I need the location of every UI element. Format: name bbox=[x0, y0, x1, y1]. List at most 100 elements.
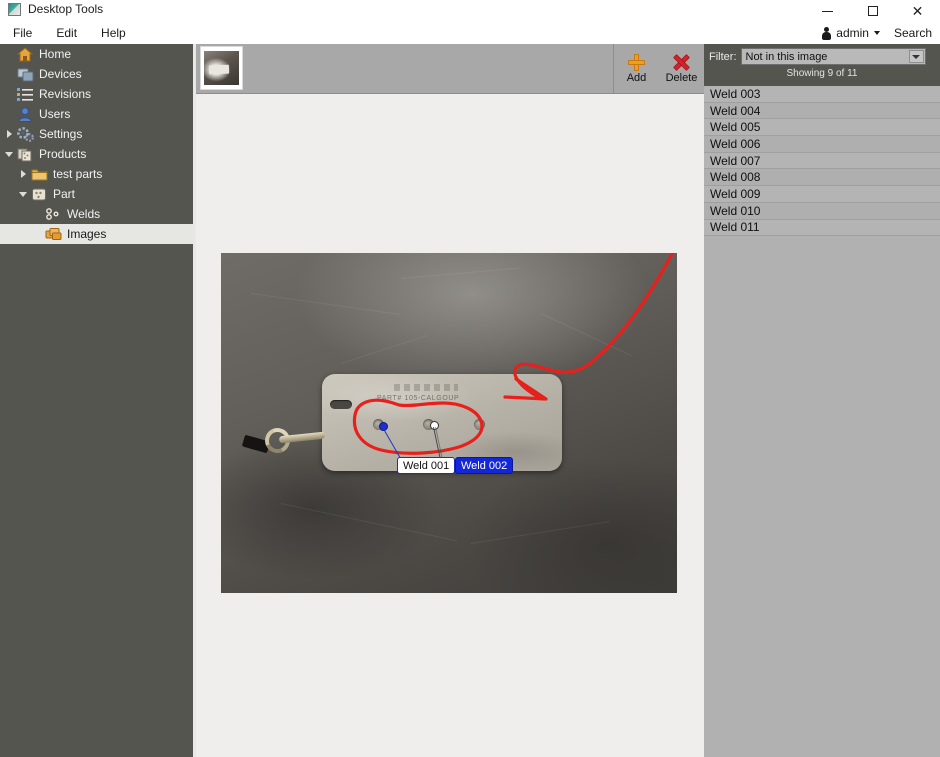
weld-list-item-label: Weld 011 bbox=[710, 220, 760, 235]
weld-list-item[interactable]: Weld 011 bbox=[704, 219, 940, 237]
images-icon bbox=[44, 226, 62, 242]
image-thumbnail-tab[interactable] bbox=[200, 46, 243, 90]
maximize-icon bbox=[867, 6, 878, 16]
weld-list-item-label: Weld 006 bbox=[710, 136, 761, 151]
weld-list-item-label: Weld 004 bbox=[710, 103, 761, 118]
image-thumbnail bbox=[204, 51, 239, 85]
sidebar-item-revisions[interactable]: Revisions bbox=[0, 84, 196, 104]
toolbar-actions: Add Delete bbox=[613, 44, 704, 93]
twisty-open-icon[interactable] bbox=[16, 191, 30, 197]
weld-list-item[interactable]: Weld 003 bbox=[704, 86, 940, 103]
sidebar-item-label: Products bbox=[39, 147, 87, 161]
plate-stamp-logo bbox=[394, 384, 458, 391]
filter-row: Filter: Not in this image bbox=[709, 48, 926, 65]
sidebar-item-welds[interactable]: Welds bbox=[0, 204, 196, 224]
delete-button[interactable]: Delete bbox=[659, 45, 704, 92]
sidebar-item-part[interactable]: Part bbox=[0, 184, 196, 204]
sidebar-item-label: Welds bbox=[67, 207, 101, 221]
sidebar-item-label: Devices bbox=[39, 67, 82, 81]
sidebar: Home Devices Revisions Users Settings Product… bbox=[0, 44, 196, 757]
sidebar-item-products[interactable]: Products bbox=[0, 144, 196, 164]
filter-select[interactable]: Not in this image bbox=[740, 48, 926, 65]
sidebar-item-users[interactable]: Users bbox=[0, 104, 196, 124]
weld-list-item[interactable]: Weld 008 bbox=[704, 169, 940, 187]
sidebar-item-label: test parts bbox=[53, 167, 103, 181]
weld-list[interactable]: Weld 003 Weld 004 Weld 005 Weld 006 Weld 007… bbox=[704, 86, 940, 237]
weld-label-001[interactable]: Weld 001 bbox=[397, 457, 456, 474]
weld-list-item[interactable]: Weld 009 bbox=[704, 186, 940, 203]
weld-hole-3 bbox=[474, 419, 485, 430]
close-button[interactable]: ✕ bbox=[895, 0, 940, 22]
weld-list-item-label: Weld 008 bbox=[710, 170, 761, 185]
weld-list-panel: Filter: Not in this image Showing 9 of 1… bbox=[704, 44, 940, 757]
x-icon bbox=[673, 54, 690, 71]
plate-slot bbox=[330, 400, 352, 409]
app-icon bbox=[8, 3, 21, 16]
chevron-down-icon bbox=[873, 31, 880, 35]
chevron-down-icon[interactable] bbox=[908, 50, 924, 63]
weld-list-item-label: Weld 005 bbox=[710, 120, 761, 135]
sidebar-item-settings[interactable]: Settings bbox=[0, 124, 196, 144]
weld-list-item-label: Weld 003 bbox=[710, 86, 761, 101]
sidebar-item-label: Home bbox=[39, 47, 72, 61]
image-canvas[interactable]: PART# 105-CALGOUP Weld 001 Weld 002 bbox=[196, 94, 704, 757]
sidebar-item-label: Images bbox=[67, 227, 107, 241]
twisty-open-icon[interactable] bbox=[2, 151, 16, 157]
plus-icon bbox=[628, 53, 645, 71]
sidebar-item-test-parts[interactable]: test parts bbox=[0, 164, 196, 184]
title-bar: Desktop Tools ✕ bbox=[0, 0, 940, 22]
sidebar-item-images[interactable]: Images bbox=[0, 224, 196, 244]
add-button-label: Add bbox=[626, 71, 647, 84]
account-menu[interactable]: admin bbox=[822, 26, 880, 40]
menu-bar-right: admin Search bbox=[822, 22, 932, 44]
filter-label: Filter: bbox=[709, 50, 737, 63]
delete-button-label: Delete bbox=[665, 71, 698, 84]
sidebar-item-label: Settings bbox=[39, 127, 83, 141]
sidebar-item-devices[interactable]: Devices bbox=[0, 64, 196, 84]
weld-list-item-label: Weld 010 bbox=[710, 203, 761, 218]
twisty-closed-icon[interactable] bbox=[2, 130, 16, 138]
close-icon: ✕ bbox=[911, 3, 924, 19]
maximize-button[interactable] bbox=[850, 0, 895, 22]
title-bar-left: Desktop Tools bbox=[8, 3, 103, 16]
weld-list-item[interactable]: Weld 007 bbox=[704, 152, 940, 170]
filter-bar: Filter: Not in this image Showing 9 of 1… bbox=[704, 44, 940, 86]
users-icon bbox=[16, 106, 34, 122]
plate-stamp-text: PART# 105-CALGOUP bbox=[377, 395, 460, 402]
menu-items: File Edit Help bbox=[10, 22, 129, 44]
menu-help[interactable]: Help bbox=[98, 24, 129, 42]
annotated-photo[interactable]: PART# 105-CALGOUP Weld 001 Weld 002 bbox=[221, 253, 677, 593]
search-button[interactable]: Search bbox=[894, 26, 932, 40]
window-controls: ✕ bbox=[805, 0, 940, 22]
menu-bar: File Edit Help admin Search bbox=[0, 22, 940, 44]
weld-list-item-label: Weld 007 bbox=[710, 153, 761, 168]
weld-label-002[interactable]: Weld 002 bbox=[455, 457, 514, 474]
weld-list-item[interactable]: Weld 006 bbox=[704, 136, 940, 153]
person-icon bbox=[822, 26, 832, 40]
home-icon bbox=[16, 46, 34, 62]
weld-list-item[interactable]: Weld 010 bbox=[704, 202, 940, 220]
menu-edit[interactable]: Edit bbox=[53, 24, 80, 42]
settings-icon bbox=[16, 126, 34, 142]
minimize-icon bbox=[822, 10, 833, 12]
application-window: Desktop Tools ✕ File Edit Help admin Sea… bbox=[0, 0, 940, 757]
revisions-icon bbox=[16, 86, 34, 102]
products-icon bbox=[16, 146, 34, 162]
sidebar-item-label: Users bbox=[39, 107, 71, 121]
showing-count: Showing 9 of 11 bbox=[786, 68, 858, 79]
minimize-button[interactable] bbox=[805, 0, 850, 22]
weld-list-item[interactable]: Weld 005 bbox=[704, 119, 940, 137]
window-title: Desktop Tools bbox=[28, 2, 104, 16]
folder-icon bbox=[30, 166, 48, 182]
sidebar-item-label: Revisions bbox=[39, 87, 92, 101]
weld-list-item[interactable]: Weld 004 bbox=[704, 102, 940, 120]
devices-icon bbox=[16, 66, 34, 82]
add-button[interactable]: Add bbox=[614, 45, 659, 92]
sidebar-item-home[interactable]: Home bbox=[0, 44, 196, 64]
welds-icon bbox=[44, 206, 62, 222]
menu-file[interactable]: File bbox=[10, 24, 35, 42]
account-name: admin bbox=[836, 26, 869, 40]
part-icon bbox=[30, 186, 48, 202]
twisty-closed-icon[interactable] bbox=[16, 170, 30, 178]
keyring-clip bbox=[241, 424, 327, 457]
